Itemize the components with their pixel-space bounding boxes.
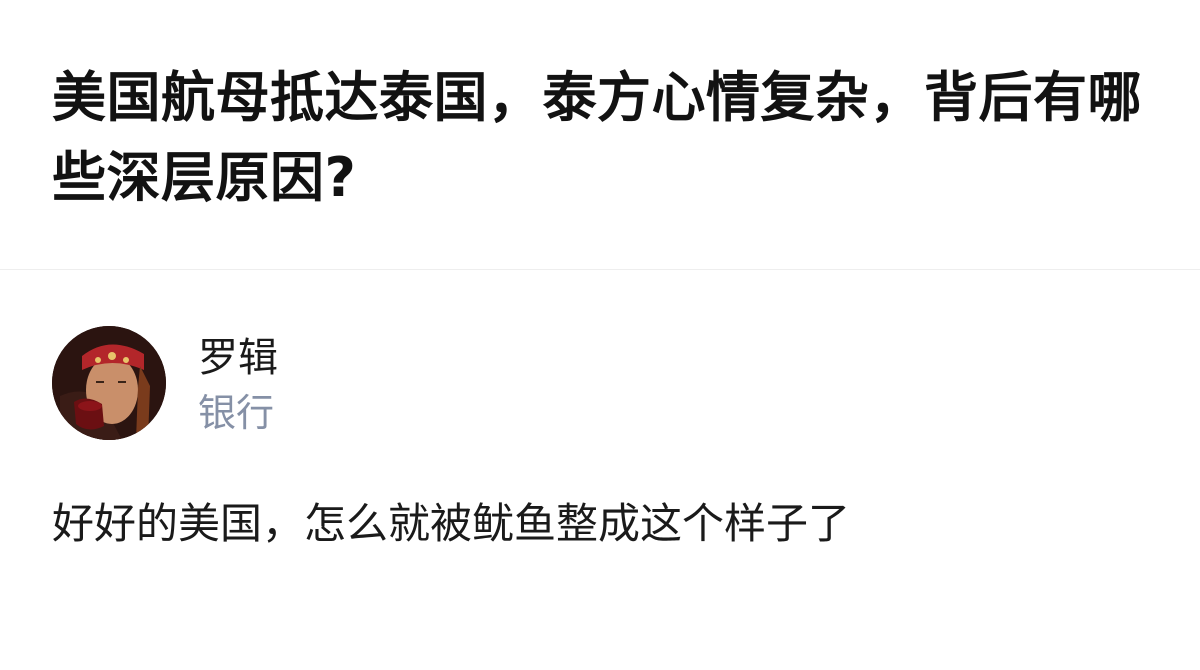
author-headline: 银行 [198, 391, 275, 435]
question-title[interactable]: 美国航母抵达泰国，泰方心情复杂，背后有哪些深层原因? [52, 58, 1162, 218]
user-avatar-icon [52, 326, 166, 440]
author-name[interactable]: 罗辑 [198, 332, 278, 384]
question-header: 美国航母抵达泰国，泰方心情复杂，背后有哪些深层原因? [0, 0, 1200, 270]
avatar[interactable] [52, 326, 166, 440]
answer-card: 罗辑 银行 好好的美国，怎么就被鱿鱼整成这个样子了 [0, 271, 1200, 670]
author-info: 罗辑 银行 [52, 326, 752, 442]
answer-content: 好好的美国，怎么就被鱿鱼整成这个样子了 [52, 499, 851, 548]
